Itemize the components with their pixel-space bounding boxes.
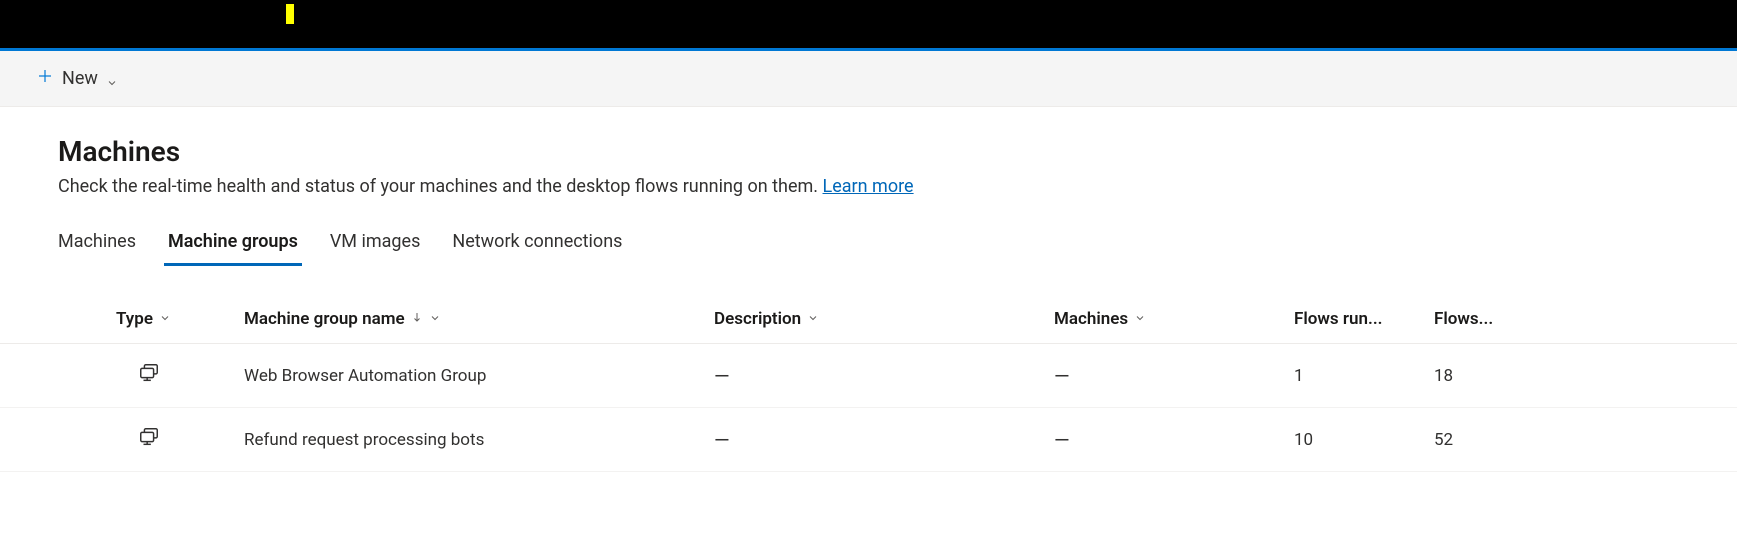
yellow-marker: [286, 4, 294, 24]
col-flows-queued-header[interactable]: Flows...: [1422, 295, 1737, 344]
chevron-down-icon: [807, 309, 819, 329]
col-flows-queued-label: Flows...: [1434, 309, 1493, 329]
col-type-label: Type: [116, 309, 153, 329]
table-row[interactable]: Web Browser Automation Group — — 1 18: [0, 344, 1737, 408]
top-black-bar: [0, 0, 1737, 48]
page-subtitle: Check the real-time health and status of…: [58, 176, 1701, 197]
cell-description: —: [702, 344, 1042, 408]
page-title: Machines: [58, 135, 1701, 168]
chevron-down-icon: [159, 309, 171, 329]
new-button[interactable]: New: [24, 61, 130, 96]
chevron-down-icon: [429, 309, 441, 329]
col-flows-running-label: Flows run...: [1294, 309, 1383, 329]
tab-machines[interactable]: Machines: [58, 221, 136, 266]
tab-network-connections[interactable]: Network connections: [452, 221, 622, 266]
col-type-header[interactable]: Type: [58, 295, 232, 344]
chevron-down-icon: [106, 73, 118, 85]
tab-machine-groups[interactable]: Machine groups: [168, 221, 298, 266]
cell-machines: —: [1042, 408, 1282, 472]
col-select-header[interactable]: [0, 295, 58, 344]
col-machines-header[interactable]: Machines: [1042, 295, 1282, 344]
learn-more-link[interactable]: Learn more: [823, 176, 914, 197]
new-button-label: New: [62, 68, 98, 89]
table-row[interactable]: Refund request processing bots — — 10 52: [0, 408, 1737, 472]
row-select-cell[interactable]: [0, 344, 58, 408]
tab-vm-images[interactable]: VM images: [330, 221, 421, 266]
cell-flows-running: 1: [1282, 344, 1422, 408]
content-area: Machines Check the real-time health and …: [0, 107, 1737, 472]
cell-flows-queued: 52: [1422, 408, 1737, 472]
machine-group-icon: [138, 426, 160, 453]
cell-flows-queued: 18: [1422, 344, 1737, 408]
sort-descending-icon: [411, 309, 423, 329]
row-select-cell[interactable]: [0, 408, 58, 472]
col-name-header[interactable]: Machine group name: [232, 295, 702, 344]
machine-group-icon: [138, 362, 160, 389]
plus-icon: [36, 67, 54, 90]
data-grid: Type Machine group name: [0, 295, 1737, 472]
command-bar: New: [0, 51, 1737, 107]
page-subtitle-text: Check the real-time health and status of…: [58, 176, 823, 197]
cell-description: —: [702, 408, 1042, 472]
chevron-down-icon: [1134, 309, 1146, 329]
col-machines-label: Machines: [1054, 309, 1128, 329]
cell-type: [58, 408, 232, 472]
col-description-header[interactable]: Description: [702, 295, 1042, 344]
tabs: Machines Machine groups VM images Networ…: [58, 221, 1701, 267]
col-name-label: Machine group name: [244, 309, 405, 329]
col-flows-running-header[interactable]: Flows run...: [1282, 295, 1422, 344]
cell-name[interactable]: Web Browser Automation Group: [232, 344, 702, 408]
cell-type: [58, 344, 232, 408]
cell-flows-running: 10: [1282, 408, 1422, 472]
cell-machines: —: [1042, 344, 1282, 408]
col-description-label: Description: [714, 309, 801, 329]
cell-name[interactable]: Refund request processing bots: [232, 408, 702, 472]
